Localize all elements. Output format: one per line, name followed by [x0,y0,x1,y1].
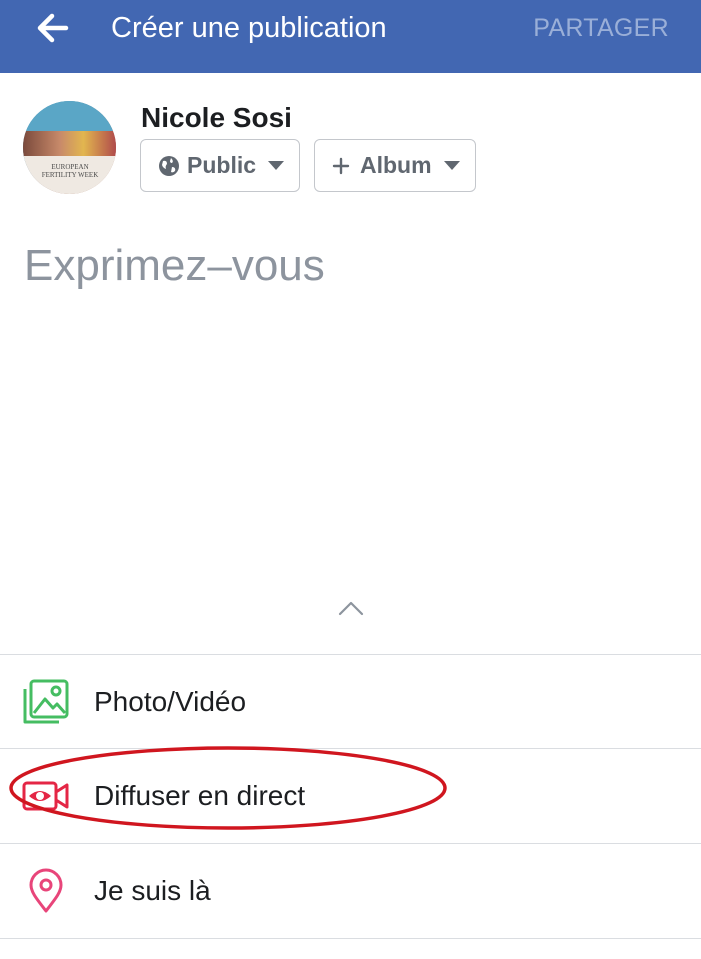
post-text-input[interactable]: Exprimez–vous [24,240,325,292]
action-check-in[interactable]: Je suis là [0,844,701,937]
avatar-caption: EUROPEAN FERTILITY WEEK [41,163,99,179]
location-pin-icon [29,868,63,913]
chevron-down-icon [443,161,460,170]
action-label: Photo/Vidéo [94,686,247,717]
action-label: Diffuser en direct [94,780,306,811]
action-live-video[interactable]: Diffuser en direct [0,749,701,842]
avatar[interactable]: EUROPEAN FERTILITY WEEK [23,101,116,194]
globe-icon [159,155,179,176]
divider [0,938,701,939]
privacy-selector[interactable]: Public [140,139,300,192]
chevron-down-icon [268,161,285,170]
album-selector[interactable]: Album [314,139,476,192]
user-name: Nicole Sosi [141,102,292,133]
album-label: Album [360,152,432,178]
chevron-up-icon[interactable] [337,599,365,617]
action-photo-video[interactable]: Photo/Vidéo [0,655,701,748]
action-label: Je suis là [94,875,211,906]
arrow-left-icon [37,13,69,43]
share-button[interactable]: PARTAGER [533,13,669,43]
photo-icon [23,679,69,724]
plus-icon [332,157,350,174]
top-app-bar: Créer une publication PARTAGER [0,0,701,73]
back-button[interactable] [30,10,80,46]
page-title: Créer une publication [111,12,387,44]
privacy-label: Public [187,152,257,178]
live-video-icon [22,781,69,811]
